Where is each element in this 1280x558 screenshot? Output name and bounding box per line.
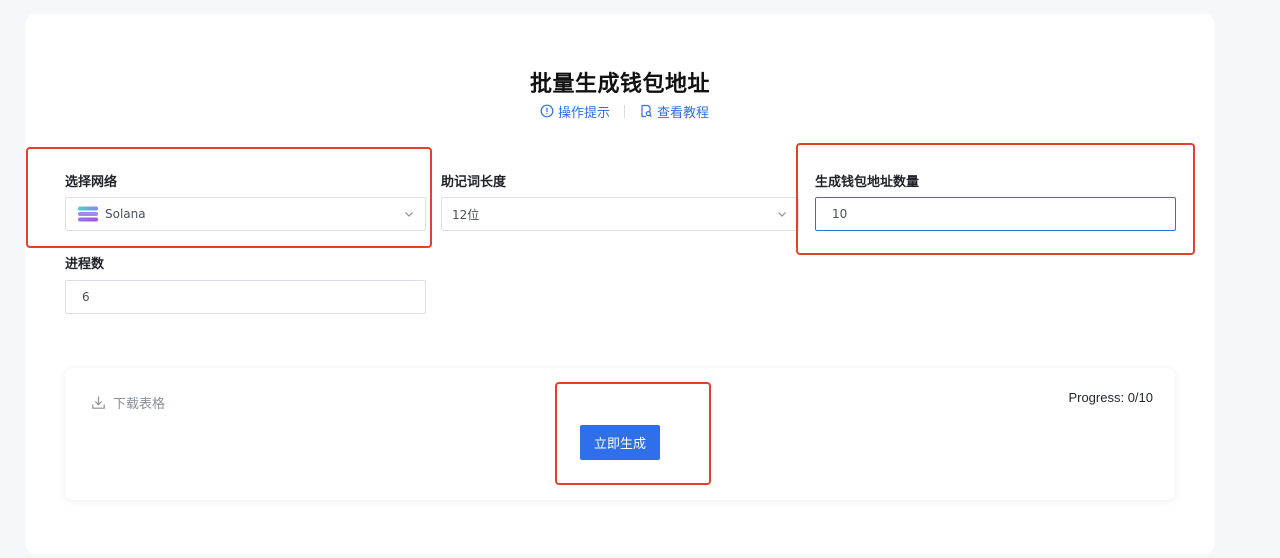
address-count-label: 生成钱包地址数量 [815, 175, 920, 190]
help-links: 操作提示 查看教程 [540, 101, 709, 121]
info-icon [540, 104, 554, 118]
threads-value: 6 [82, 290, 90, 304]
tips-link-label: 操作提示 [558, 105, 611, 121]
solana-logo-icon [77, 205, 99, 223]
network-select[interactable]: Solana [65, 197, 426, 231]
address-count-input[interactable]: 10 [815, 197, 1176, 231]
network-value: Solana [105, 207, 146, 221]
chevron-down-icon [776, 208, 788, 220]
mnemonic-length-label: 助记词长度 [441, 175, 507, 190]
generate-button[interactable]: 立即生成 [580, 425, 660, 460]
action-panel: 下载表格 Progress: 0/10 立即生成 [65, 368, 1175, 500]
mnemonic-length-value: 12位 [452, 207, 480, 222]
download-icon [91, 395, 106, 410]
page-title: 批量生成钱包地址 [529, 72, 710, 97]
tutorial-link[interactable]: 查看教程 [639, 102, 709, 121]
tutorial-link-label: 查看教程 [657, 105, 710, 121]
threads-input[interactable]: 6 [65, 280, 426, 314]
link-divider [624, 104, 626, 118]
progress-text: Progress: 0/10 [1068, 390, 1153, 405]
network-label: 选择网络 [65, 175, 118, 190]
document-search-icon [639, 104, 653, 118]
address-count-value: 10 [832, 207, 848, 221]
download-table-label: 下载表格 [113, 397, 166, 412]
mnemonic-length-select[interactable]: 12位 [441, 197, 799, 231]
threads-label: 进程数 [65, 257, 105, 272]
tips-link[interactable]: 操作提示 [540, 102, 610, 121]
download-table-button[interactable]: 下载表格 [91, 393, 165, 412]
chevron-down-icon [403, 208, 415, 220]
